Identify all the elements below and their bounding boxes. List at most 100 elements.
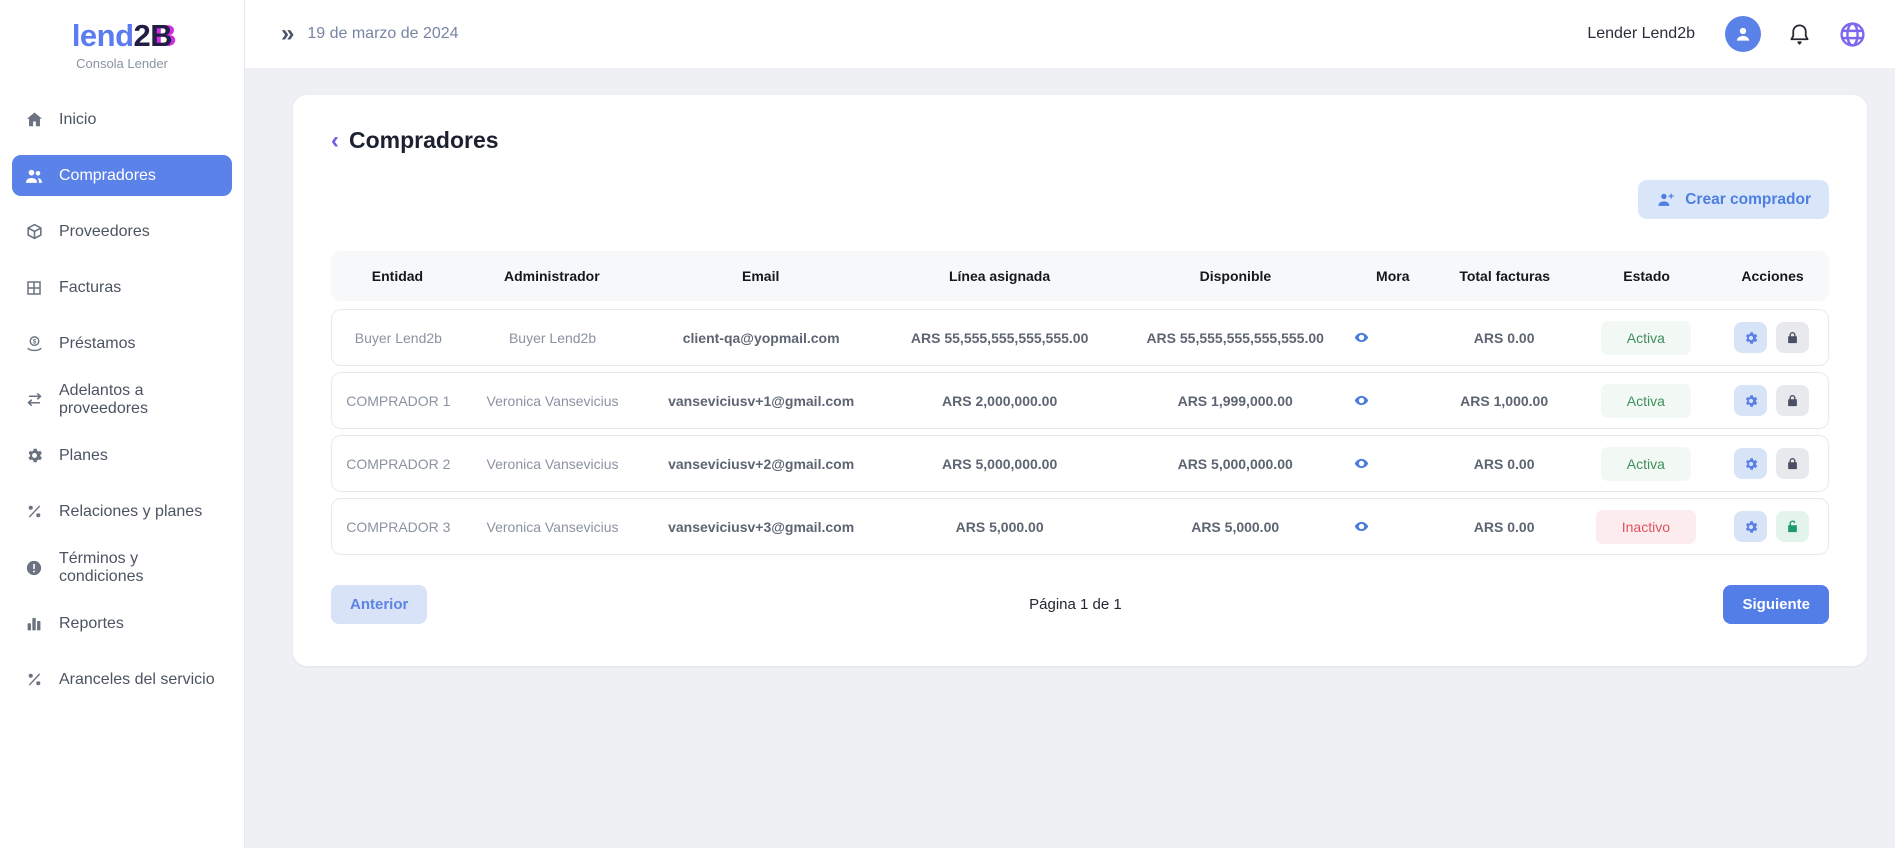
double-chevron-right-icon[interactable]: » [281, 22, 291, 46]
globe-icon[interactable] [1838, 20, 1867, 49]
cell-email: vanseviciusv+1@gmail.com [640, 393, 882, 409]
lock-icon[interactable] [1776, 322, 1809, 353]
col-acciones: Acciones [1716, 268, 1829, 284]
table-row: COMPRADOR 2 Veronica Vansevicius vansevi… [331, 435, 1829, 492]
previous-page-button[interactable]: Anterior [331, 585, 427, 624]
col-disponible: Disponible [1117, 268, 1353, 284]
coin-icon: $ [24, 334, 44, 354]
status-badge: Activa [1601, 384, 1691, 418]
top-bar: » 19 de marzo de 2024 Lender Lend2b [245, 0, 1895, 68]
sidebar-item-label: Proveedores [59, 223, 150, 241]
eye-icon[interactable] [1353, 455, 1370, 472]
compradores-card: ‹ Compradores Crear comprador Entidad Ad… [293, 95, 1867, 666]
gear-icon[interactable] [1734, 448, 1767, 479]
sidebar: lend2B Consola Lender Inicio Compradores… [0, 0, 245, 848]
sidebar-item-label: Planes [59, 447, 108, 465]
sidebar-item-reportes[interactable]: Reportes [12, 603, 232, 644]
gear-icon [24, 446, 44, 466]
cell-email: vanseviciusv+3@gmail.com [640, 519, 882, 535]
col-administrador: Administrador [464, 268, 640, 284]
cell-email: client-qa@yopmail.com [640, 330, 882, 346]
svg-text:$: $ [32, 339, 36, 346]
grid-icon [24, 278, 44, 298]
status-badge: Activa [1601, 321, 1691, 355]
sidebar-item-prestamos[interactable]: $ Préstamos [12, 323, 232, 364]
cell-entidad: COMPRADOR 2 [332, 456, 465, 472]
table-row: COMPRADOR 1 Veronica Vansevicius vansevi… [331, 372, 1829, 429]
pagination: Anterior Página 1 de 1 Siguiente [331, 585, 1829, 624]
sidebar-item-terminos[interactable]: Términos y condiciones [12, 547, 232, 588]
lock-icon[interactable] [1776, 448, 1809, 479]
sidebar-item-label: Préstamos [59, 335, 135, 353]
col-mora: Mora [1353, 268, 1432, 284]
content-area: ‹ Compradores Crear comprador Entidad Ad… [245, 68, 1895, 848]
cell-email: vanseviciusv+2@gmail.com [640, 456, 882, 472]
cell-linea-asignada: ARS 2,000,000.00 [882, 393, 1118, 409]
brand-logo: lend2B Consola Lender [0, 18, 244, 71]
eye-icon[interactable] [1353, 518, 1370, 535]
page-title: Compradores [349, 127, 499, 154]
cell-entidad: COMPRADOR 3 [332, 519, 465, 535]
logo-text: lend2B [0, 18, 244, 54]
percent-icon [24, 670, 44, 690]
cell-administrador: Veronica Vansevicius [465, 519, 641, 535]
logo-subtitle: Consola Lender [0, 56, 244, 71]
cell-disponible: ARS 1,999,000.00 [1117, 393, 1353, 409]
sidebar-item-aranceles[interactable]: Aranceles del servicio [12, 659, 232, 700]
col-entidad: Entidad [331, 268, 464, 284]
sidebar-item-label: Facturas [59, 279, 121, 297]
gear-icon[interactable] [1734, 322, 1767, 353]
next-page-button[interactable]: Siguiente [1723, 585, 1829, 624]
sidebar-item-compradores[interactable]: Compradores [12, 155, 232, 196]
cell-administrador: Buyer Lend2b [465, 330, 641, 346]
cell-total-facturas: ARS 1,000.00 [1432, 393, 1577, 409]
percent-icon [24, 502, 44, 522]
create-buyer-button[interactable]: Crear comprador [1638, 180, 1829, 219]
status-badge: Inactivo [1596, 510, 1696, 544]
cell-total-facturas: ARS 0.00 [1432, 330, 1577, 346]
cell-entidad: Buyer Lend2b [332, 330, 465, 346]
col-total-facturas: Total facturas [1432, 268, 1577, 284]
eye-icon[interactable] [1353, 392, 1370, 409]
package-icon [24, 222, 44, 242]
user-name: Lender Lend2b [1587, 25, 1695, 43]
lock-icon[interactable] [1776, 385, 1809, 416]
gear-icon[interactable] [1734, 511, 1767, 542]
logo-b: B [150, 18, 172, 53]
sidebar-item-proveedores[interactable]: Proveedores [12, 211, 232, 252]
gear-icon[interactable] [1734, 385, 1767, 416]
sidebar-item-relaciones[interactable]: Relaciones y planes [12, 491, 232, 532]
cell-linea-asignada: ARS 55,555,555,555,555.00 [882, 330, 1118, 346]
current-date: 19 de marzo de 2024 [307, 25, 458, 43]
col-linea-asignada: Línea asignada [882, 268, 1118, 284]
user-avatar-icon[interactable] [1725, 16, 1761, 52]
users-icon [24, 166, 44, 186]
sidebar-item-label: Compradores [59, 167, 156, 185]
home-icon [24, 110, 44, 130]
bell-icon[interactable] [1787, 22, 1812, 47]
logo-2: 2 [134, 18, 151, 53]
cell-disponible: ARS 5,000.00 [1117, 519, 1353, 535]
bar-chart-icon [24, 614, 44, 634]
sidebar-item-inicio[interactable]: Inicio [12, 99, 232, 140]
unlock-icon[interactable] [1776, 511, 1809, 542]
cell-disponible: ARS 55,555,555,555,555.00 [1117, 330, 1353, 346]
col-estado: Estado [1577, 268, 1716, 284]
create-buyer-label: Crear comprador [1685, 191, 1811, 209]
col-email: Email [640, 268, 882, 284]
sidebar-item-label: Relaciones y planes [59, 503, 202, 521]
eye-icon[interactable] [1353, 329, 1370, 346]
back-chevron-icon[interactable]: ‹ [331, 129, 339, 153]
cell-total-facturas: ARS 0.00 [1432, 519, 1577, 535]
cell-linea-asignada: ARS 5,000,000.00 [882, 456, 1118, 472]
cell-disponible: ARS 5,000,000.00 [1117, 456, 1353, 472]
table-row: Buyer Lend2b Buyer Lend2b client-qa@yopm… [331, 309, 1829, 366]
main-area: » 19 de marzo de 2024 Lender Lend2b ‹ Co… [245, 0, 1895, 848]
exclamation-circle-icon [24, 558, 44, 578]
cell-total-facturas: ARS 0.00 [1432, 456, 1577, 472]
sidebar-item-planes[interactable]: Planes [12, 435, 232, 476]
page-info: Página 1 de 1 [1029, 596, 1122, 613]
sidebar-item-adelantos[interactable]: Adelantos a proveedores [12, 379, 232, 420]
sidebar-item-facturas[interactable]: Facturas [12, 267, 232, 308]
sidebar-item-label: Reportes [59, 615, 124, 633]
